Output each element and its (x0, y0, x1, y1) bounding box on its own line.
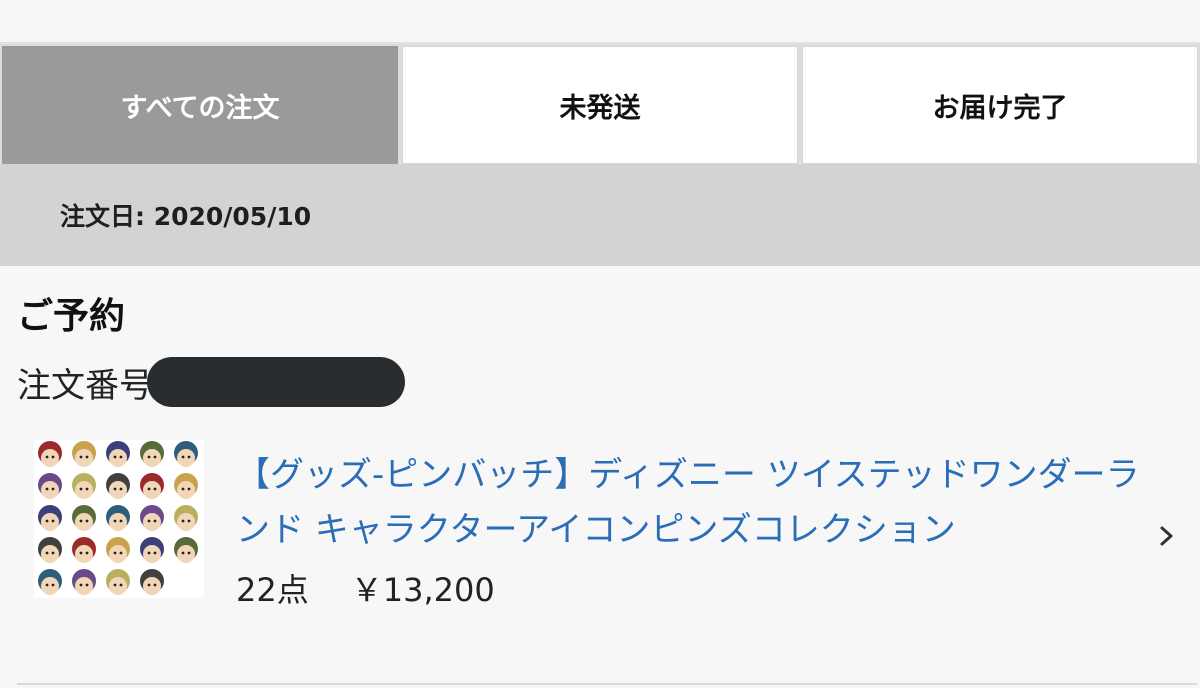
order-status: ご予約 (17, 296, 126, 337)
order-number-label: 注文番号 (17, 365, 153, 406)
order-filter-tabs: すべての注文 未発送 お届け完了 (0, 42, 1200, 164)
product-quantity: 22点 (236, 571, 309, 609)
order-date: 注文日: 2020/05/10 (60, 202, 312, 231)
divider (17, 683, 1197, 685)
order-number-row: 注文番号 (17, 357, 405, 407)
product-title-link[interactable]: 【グッズ-ピンバッチ】ディズニー ツイステッドワンダーランド キャラクターアイコ… (236, 448, 1166, 558)
order-date-bar: 注文日: 2020/05/10 (0, 164, 1200, 266)
product-price: ￥13,200 (350, 571, 495, 609)
tab-not-shipped[interactable]: 未発送 (402, 46, 798, 164)
chevron-right-icon[interactable] (1158, 518, 1176, 554)
pin-badge-collection-image (38, 441, 198, 595)
redacted-order-number (147, 357, 405, 407)
tab-delivered[interactable]: お届け完了 (802, 46, 1198, 164)
product-thumbnail[interactable] (34, 440, 204, 598)
tab-all-orders[interactable]: すべての注文 (2, 46, 398, 164)
product-meta: 22点 ￥13,200 (236, 566, 495, 610)
